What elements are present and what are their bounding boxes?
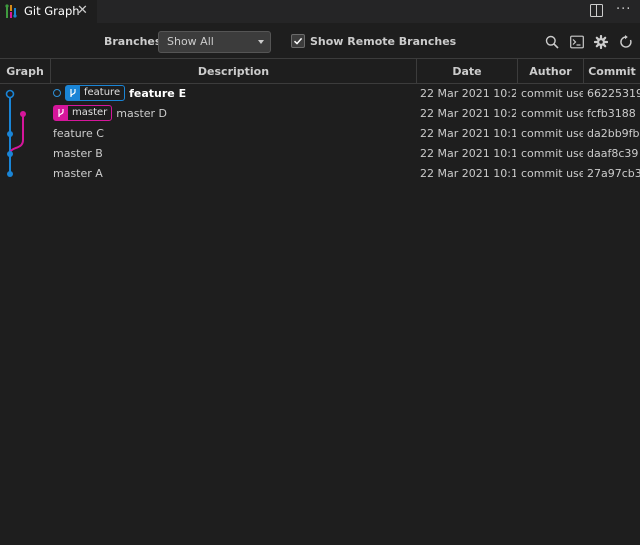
column-header-date[interactable]: Date	[417, 59, 518, 84]
commit-date: 22 Mar 2021 10:16	[420, 147, 516, 160]
terminal-icon[interactable]	[570, 35, 584, 49]
commit-date: 22 Mar 2021 10:15	[420, 167, 516, 180]
commit-author: commit user	[521, 167, 583, 180]
commit-author: commit user	[521, 147, 583, 160]
close-icon[interactable]: ✕	[77, 3, 88, 18]
commit-message: master D	[116, 107, 168, 120]
more-actions-icon[interactable]: ···	[616, 2, 631, 17]
commit-date: 22 Mar 2021 10:25	[420, 87, 516, 100]
commit-message: master A	[53, 167, 103, 180]
commit-row[interactable]: feature feature E 22 Mar 2021 10:25 commit …	[0, 84, 640, 104]
commit-message: feature C	[53, 127, 104, 140]
column-header-commit[interactable]: Commit	[584, 59, 640, 84]
checkmark-icon	[293, 37, 303, 45]
commit-message: feature E	[129, 87, 187, 100]
commit-description: feature feature E	[53, 84, 186, 104]
column-header-graph[interactable]: Graph	[0, 59, 51, 84]
column-header-description[interactable]: Description	[51, 59, 417, 84]
commit-message: master B	[53, 147, 103, 160]
show-remote-branches-label: Show Remote Branches	[310, 35, 457, 48]
branches-dropdown-value: Show All	[167, 35, 214, 48]
commit-hash: 27a97cb3	[587, 167, 640, 180]
commit-row[interactable]: master B 22 Mar 2021 10:16 commit user daaf…	[0, 144, 640, 164]
branch-ref-name: feature	[84, 87, 121, 98]
commit-hash: 66225319	[587, 87, 640, 100]
commit-date: 22 Mar 2021 10:24	[420, 107, 516, 120]
column-header-author[interactable]: Author	[518, 59, 584, 84]
tab-git-graph[interactable]: Git Graph ✕	[0, 0, 97, 23]
branches-dropdown[interactable]: Show All	[158, 31, 271, 53]
commit-row[interactable]: master master D 22 Mar 2021 10:24 commit us…	[0, 104, 640, 124]
commit-description: master A	[53, 164, 103, 184]
controls-bar: Branches: Show All Show Remote Branches	[0, 23, 640, 58]
refresh-icon[interactable]	[619, 35, 633, 49]
commit-author: commit user	[521, 127, 583, 140]
branch-ref-name: master	[72, 107, 108, 118]
git-graph-icon	[5, 4, 17, 18]
commit-description: master B	[53, 144, 103, 164]
tab-title: Git Graph	[24, 4, 80, 18]
commit-hash: daaf8c39	[587, 147, 639, 160]
git-branch-icon	[54, 106, 68, 120]
commit-table-header: Graph Description Date Author Commit	[0, 58, 640, 84]
commit-description: feature C	[53, 124, 104, 144]
split-editor-icon[interactable]	[590, 4, 603, 17]
tab-bar: Git Graph ✕ ···	[0, 0, 640, 23]
branch-ref-badge[interactable]: master	[53, 105, 113, 121]
search-icon[interactable]	[545, 35, 559, 49]
branches-label: Branches:	[104, 35, 166, 48]
git-branch-icon	[66, 86, 80, 100]
chevron-down-icon	[258, 40, 264, 44]
commit-date: 22 Mar 2021 10:19	[420, 127, 516, 140]
commit-row[interactable]: master A 22 Mar 2021 10:15 commit user 27a9…	[0, 164, 640, 184]
commit-author: commit user	[521, 107, 583, 120]
commit-description: master master D	[53, 104, 167, 124]
branch-ref-badge[interactable]: feature	[65, 85, 126, 101]
head-indicator-icon	[53, 89, 61, 97]
gear-icon[interactable]	[594, 35, 608, 49]
commit-hash: da2bb9fb	[587, 127, 640, 140]
commit-row[interactable]: feature C 22 Mar 2021 10:19 commit user da2…	[0, 124, 640, 144]
commit-hash: fcfb3188	[587, 107, 636, 120]
show-remote-branches-checkbox[interactable]	[291, 34, 305, 48]
commit-author: commit user	[521, 87, 583, 100]
